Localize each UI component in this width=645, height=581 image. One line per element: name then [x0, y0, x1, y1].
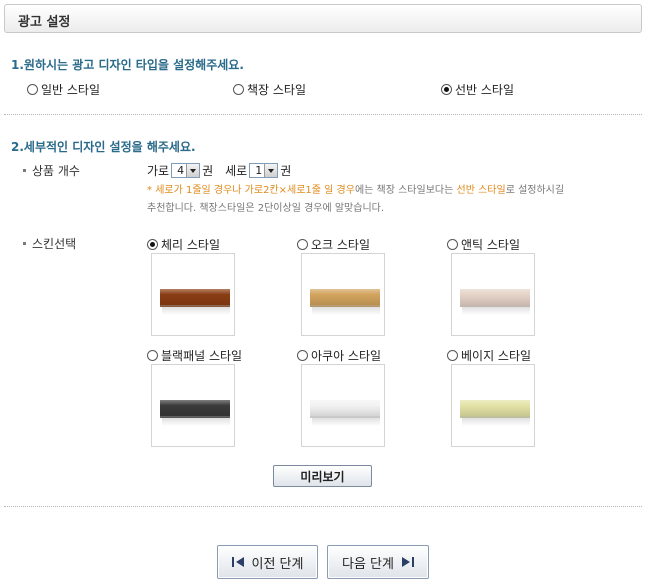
- recommendation-note-line1: * 세로가 1줄일 경우나 가로2칸×세로1줄 일 경우에는 책장 스타일보다는…: [147, 181, 564, 196]
- skin-label: 스킨선택: [32, 237, 77, 251]
- product-count-label-row: 상품 개수: [23, 162, 80, 179]
- radio-circle: [297, 238, 308, 250]
- rows-select-value: 1: [255, 163, 263, 177]
- design-type-shelf-radio[interactable]: 선반 스타일: [441, 82, 515, 97]
- product-count-controls: 가로 4 권 세로 1 권: [147, 162, 291, 178]
- rows-unit: 권: [280, 163, 292, 178]
- shelf-swatch: [310, 400, 380, 418]
- cols-label: 가로: [147, 163, 170, 178]
- radio-circle: [233, 83, 244, 95]
- radio-circle: [297, 349, 308, 361]
- section1-title: 1.원하시는 광고 디자인 타입을 설정해주세요.: [11, 58, 244, 72]
- skin-aqua-thumbnail[interactable]: [301, 364, 385, 447]
- preview-button-label: 미리보기: [300, 469, 345, 484]
- rows-label: 세로: [225, 163, 248, 178]
- skin-black-panel-label: 블랙패널 스타일: [161, 348, 243, 363]
- skin-antique-label: 앤틱 스타일: [461, 237, 521, 252]
- note-tail: 로 설정하시길: [505, 185, 565, 196]
- rows-select[interactable]: 1: [249, 162, 279, 178]
- skin-cherry-label: 체리 스타일: [161, 237, 221, 252]
- skin-oak-label: 오크 스타일: [311, 237, 371, 252]
- design-type-bookcase-label: 책장 스타일: [247, 82, 307, 97]
- skin-antique-radio[interactable]: 앤틱 스타일: [447, 237, 521, 252]
- skin-aqua-label: 아쿠아 스타일: [311, 348, 382, 363]
- skin-oak-thumbnail[interactable]: [301, 253, 385, 336]
- skin-cherry-radio[interactable]: 체리 스타일: [147, 237, 221, 252]
- prev-step-label: 이전 단계: [251, 556, 304, 572]
- arrow-left-icon: [231, 555, 246, 569]
- shelf-swatch: [310, 289, 380, 307]
- prev-step-button[interactable]: 이전 단계: [217, 545, 318, 579]
- skin-black-panel-thumbnail[interactable]: [151, 364, 235, 447]
- page-title: 광고 설정: [18, 15, 71, 30]
- skin-antique-thumbnail[interactable]: [451, 253, 535, 336]
- preview-button[interactable]: 미리보기: [273, 465, 372, 487]
- design-type-general-radio[interactable]: 일반 스타일: [27, 82, 101, 97]
- skin-aqua-radio[interactable]: 아쿠아 스타일: [297, 348, 382, 363]
- cols-select[interactable]: 4: [171, 162, 201, 178]
- skin-beige-radio[interactable]: 베이지 스타일: [447, 348, 532, 363]
- radio-circle-selected: [147, 238, 158, 250]
- shelf-swatch: [160, 400, 230, 418]
- design-type-general-label: 일반 스타일: [41, 82, 101, 97]
- note-star: *: [147, 185, 156, 196]
- shelf-swatch: [160, 289, 230, 307]
- next-step-label: 다음 단계: [342, 556, 394, 572]
- note-highlight-2: 선반 스타일: [456, 185, 506, 196]
- product-count-label: 상품 개수: [32, 164, 80, 178]
- radio-circle: [147, 349, 158, 361]
- bullet-icon: [23, 242, 26, 245]
- section2-title: 2.세부적인 디자인 설정을 해주세요.: [11, 140, 196, 154]
- note-middle: 에는 책장 스타일보다는: [354, 185, 457, 196]
- skin-beige-thumbnail[interactable]: [451, 364, 535, 447]
- radio-circle: [447, 349, 458, 361]
- skin-label-row: 스킨선택: [23, 235, 76, 252]
- shelf-swatch: [460, 289, 530, 307]
- design-type-bookcase-radio[interactable]: 책장 스타일: [233, 82, 307, 97]
- section-divider: [4, 114, 642, 115]
- arrow-right-icon: [400, 555, 414, 569]
- radio-circle-selected: [441, 83, 452, 95]
- skin-cherry-thumbnail[interactable]: [151, 253, 235, 336]
- skin-beige-label: 베이지 스타일: [461, 348, 532, 363]
- radio-circle: [27, 83, 38, 95]
- shelf-swatch: [460, 400, 530, 418]
- radio-circle: [447, 238, 458, 250]
- next-step-button[interactable]: 다음 단계: [327, 545, 429, 579]
- bullet-icon: [23, 169, 26, 172]
- design-type-shelf-label: 선반 스타일: [455, 82, 515, 97]
- cols-select-value: 4: [177, 163, 185, 177]
- chevron-down-icon: [264, 163, 278, 177]
- skin-oak-radio[interactable]: 오크 스타일: [297, 237, 371, 252]
- note-highlight-1: 세로가 1줄일 경우나 가로2칸×세로1줄 일 경우: [155, 185, 355, 196]
- recommendation-note-line2: 추천합니다. 책장스타일은 2단이상일 경우에 알맞습니다.: [147, 203, 385, 214]
- cols-unit: 권: [202, 163, 214, 178]
- skin-black-panel-radio[interactable]: 블랙패널 스타일: [147, 348, 243, 363]
- chevron-down-icon: [186, 163, 200, 177]
- settings-title-bar: 광고 설정: [4, 4, 642, 33]
- section-divider: [4, 506, 642, 507]
